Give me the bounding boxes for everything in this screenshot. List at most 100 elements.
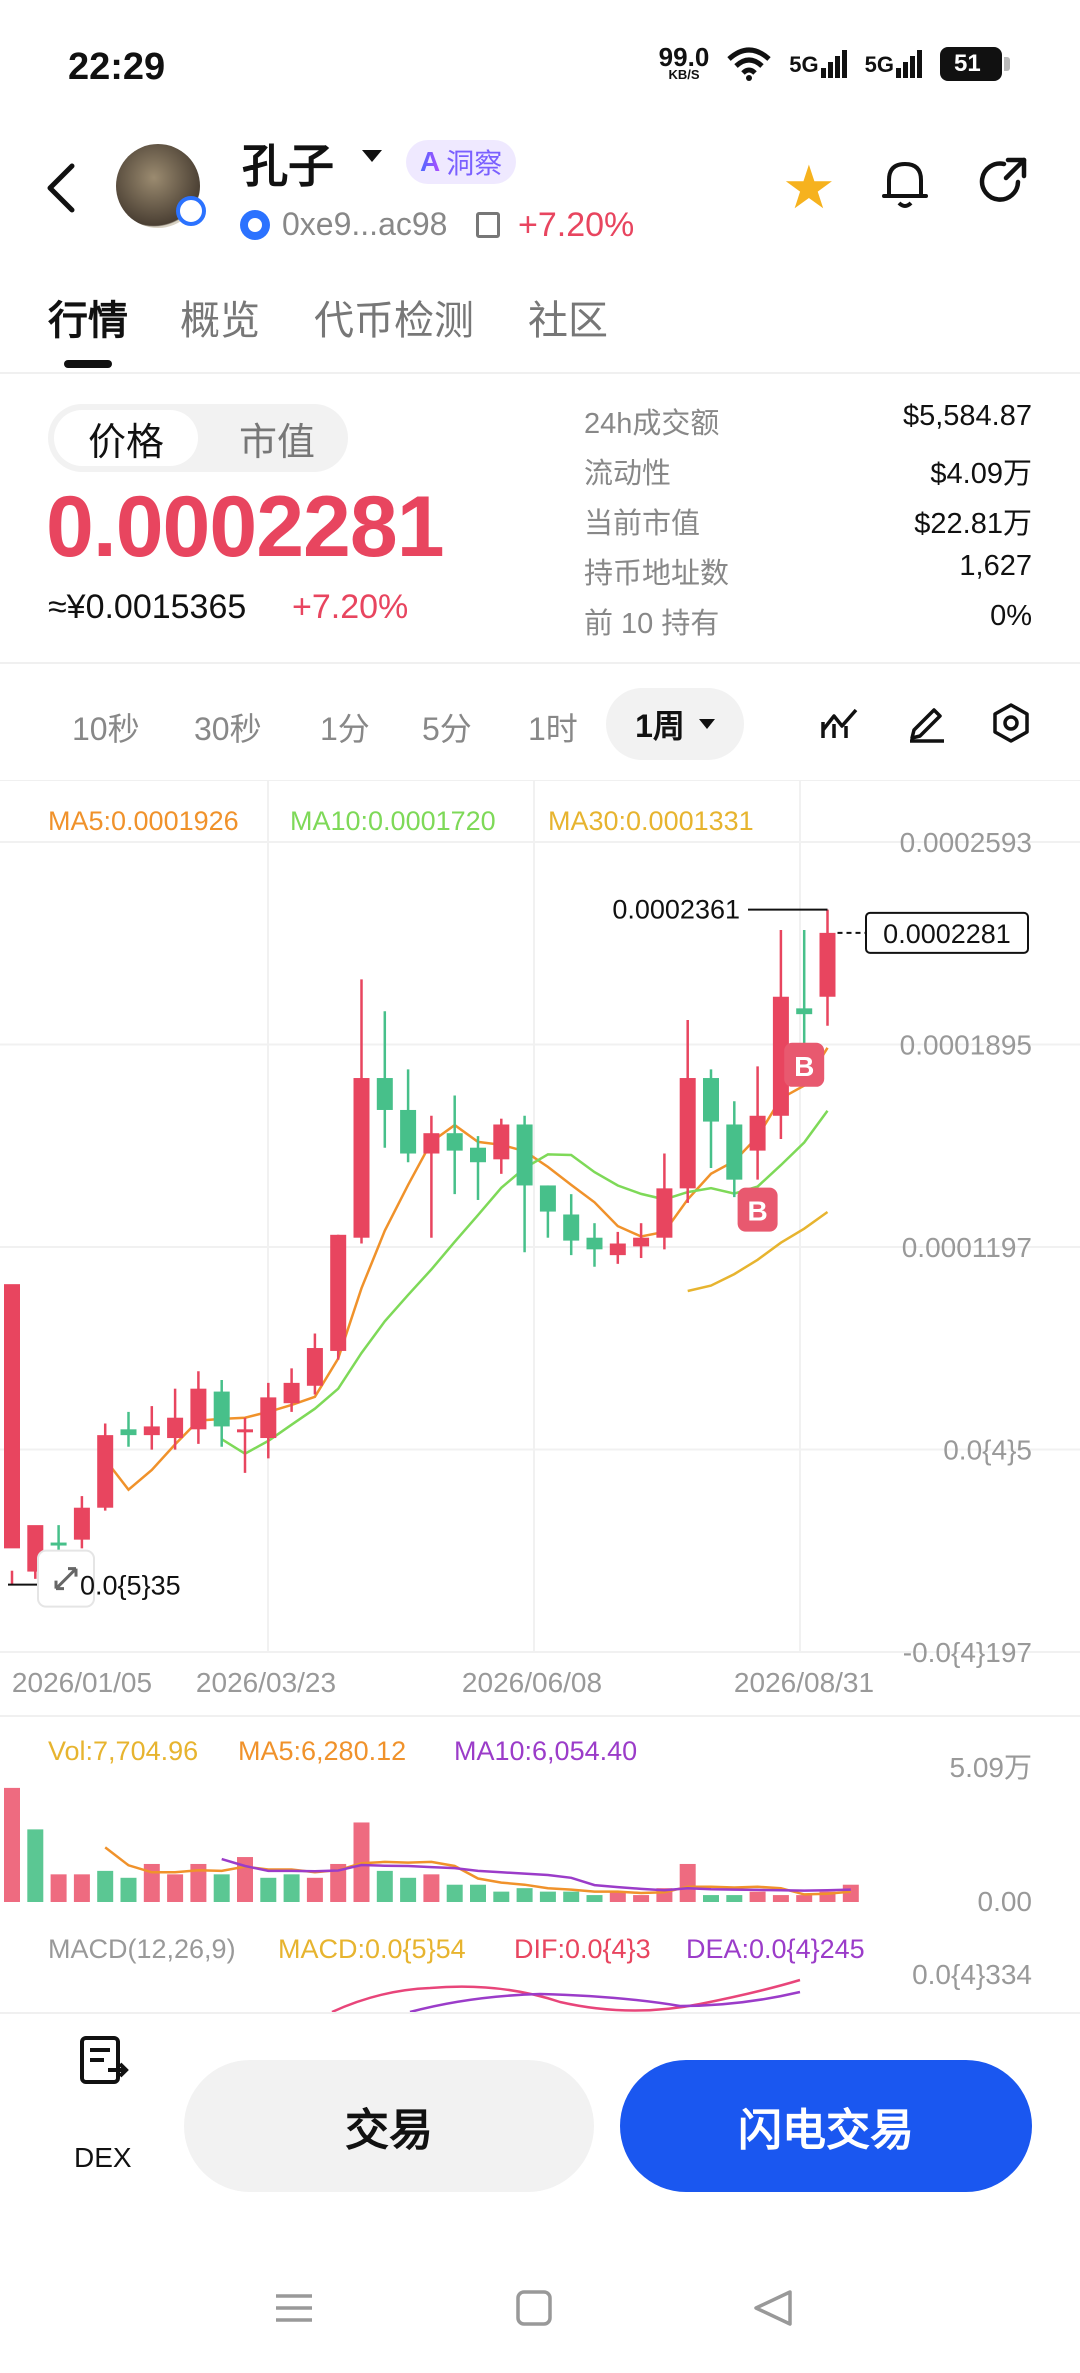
interval-1m[interactable]: 1分 bbox=[320, 704, 370, 750]
interval-5m[interactable]: 5分 bbox=[422, 704, 472, 750]
volume-bar bbox=[283, 1874, 300, 1902]
macd-value: MACD:0.0{5}54 bbox=[278, 1934, 466, 1964]
candle-body bbox=[679, 1078, 696, 1189]
candle-body bbox=[539, 1185, 556, 1212]
settings-hex-icon[interactable] bbox=[990, 702, 1032, 744]
volume-bar bbox=[703, 1895, 719, 1902]
stat-value-mcap: $22.81万 bbox=[914, 508, 1032, 540]
back-arrow-icon[interactable] bbox=[42, 160, 82, 216]
toggle-price[interactable]: 价格 bbox=[54, 410, 198, 466]
system-nav-bar bbox=[276, 2290, 792, 2326]
contract-address: 0xe9...ac98 bbox=[282, 206, 448, 242]
volume-bar bbox=[772, 1895, 789, 1902]
vol-y-tick: 0.00 bbox=[978, 1886, 1033, 1917]
indicator-icon[interactable] bbox=[820, 704, 860, 744]
candle-body bbox=[609, 1243, 626, 1256]
stat-label-liquidity: 流动性 bbox=[584, 458, 672, 490]
candle-body bbox=[656, 1188, 673, 1238]
candle-body bbox=[190, 1388, 207, 1430]
wifi-icon bbox=[727, 47, 771, 81]
candle-body bbox=[353, 1078, 370, 1238]
volume-bar bbox=[796, 1895, 813, 1902]
chain-badge-icon bbox=[176, 196, 206, 226]
volume-bar bbox=[539, 1891, 556, 1902]
divider bbox=[0, 662, 1080, 664]
divider bbox=[0, 2012, 1080, 2014]
candle-body bbox=[493, 1124, 510, 1160]
volume-bar bbox=[633, 1895, 650, 1902]
tab-community[interactable]: 社区 bbox=[528, 288, 608, 346]
y-tick-label: 0.0001197 bbox=[902, 1232, 1032, 1263]
volume-bar bbox=[446, 1884, 463, 1902]
signal-label-2: 5G bbox=[864, 52, 894, 77]
volume-bar bbox=[376, 1870, 393, 1902]
volume-bar bbox=[50, 1874, 67, 1902]
candle-body bbox=[796, 1008, 813, 1015]
interval-1h[interactable]: 1时 bbox=[528, 704, 578, 750]
tab-overview[interactable]: 概览 bbox=[180, 288, 260, 346]
volume-bar bbox=[27, 1829, 44, 1902]
kline-chart[interactable]: 0.0002593 0.0001895 0.0001197 0.0{4}5 -0.0{4… bbox=[0, 780, 1080, 2020]
interval-30s[interactable]: 30秒 bbox=[194, 704, 262, 750]
y-tick-label: 0.0{4}5 bbox=[943, 1435, 1032, 1466]
dex-label[interactable]: DEX bbox=[74, 2142, 132, 2174]
volume-bar bbox=[493, 1891, 510, 1902]
volume-bar bbox=[749, 1891, 766, 1902]
dex-icon[interactable] bbox=[78, 2034, 130, 2090]
candle-body bbox=[819, 932, 836, 997]
stat-label-top10: 前 10 持有 bbox=[584, 608, 720, 640]
candle-body bbox=[470, 1147, 486, 1163]
menu-icon[interactable] bbox=[276, 2294, 312, 2322]
interval-selected[interactable]: 1周 bbox=[606, 688, 744, 760]
ma5-line bbox=[104, 1047, 829, 1492]
volume-bar bbox=[213, 1874, 230, 1902]
divider bbox=[0, 372, 1080, 374]
interval-10s[interactable]: 10秒 bbox=[72, 704, 140, 750]
flash-trade-button[interactable]: 闪电交易 bbox=[620, 2060, 1032, 2192]
home-icon[interactable] bbox=[516, 2290, 552, 2326]
volume-bar bbox=[586, 1895, 603, 1902]
current-price-label: 0.0002281 bbox=[883, 919, 1011, 949]
star-icon[interactable]: ★ bbox=[782, 158, 836, 218]
token-name[interactable]: 孔子 bbox=[242, 130, 334, 196]
candle-body bbox=[120, 1429, 137, 1436]
stat-value-liquidity: $4.09万 bbox=[930, 458, 1032, 490]
ai-insight-label: 洞察 bbox=[446, 148, 503, 179]
tab-market[interactable]: 行情 bbox=[48, 288, 128, 346]
candle-body bbox=[73, 1507, 90, 1540]
price-change: +7.20% bbox=[292, 588, 409, 626]
buy-marker-label: B bbox=[747, 1196, 767, 1227]
candle-body bbox=[4, 1284, 20, 1549]
battery-icon: 51 bbox=[940, 47, 1010, 81]
candle-body bbox=[376, 1078, 393, 1110]
candle-body bbox=[306, 1348, 323, 1386]
copy-icon[interactable] bbox=[476, 212, 500, 238]
candle-body bbox=[260, 1397, 277, 1439]
y-tick-label: 0.0002593 bbox=[900, 827, 1032, 858]
x-tick-label: 2026/03/23 bbox=[196, 1667, 336, 1698]
tab-token-check[interactable]: 代币检测 bbox=[314, 288, 474, 346]
chevron-down-icon[interactable] bbox=[362, 150, 382, 162]
trade-button[interactable]: 交易 bbox=[184, 2060, 594, 2192]
ai-icon: A bbox=[420, 146, 441, 177]
candle-body bbox=[726, 1124, 743, 1180]
share-icon[interactable] bbox=[978, 156, 1030, 208]
candle-body bbox=[50, 1542, 67, 1546]
bell-icon[interactable] bbox=[880, 156, 930, 212]
volume-bar bbox=[167, 1874, 184, 1902]
candle-body bbox=[283, 1382, 300, 1404]
volume-bar bbox=[120, 1877, 137, 1902]
ai-insight-button[interactable]: A 洞察 bbox=[406, 140, 517, 184]
x-tick-label: 2026/06/08 bbox=[462, 1667, 602, 1698]
ma30-legend: MA30:0.0001331 bbox=[548, 806, 754, 836]
dea-value: DEA:0.0{4}245 bbox=[686, 1934, 865, 1964]
signal-label: 5G bbox=[789, 52, 819, 77]
vol-legend: Vol:7,704.96 bbox=[48, 1736, 199, 1766]
toggle-market-cap[interactable]: 市值 bbox=[212, 410, 342, 466]
draw-pen-icon[interactable] bbox=[906, 702, 948, 744]
ma5-legend: MA5:0.0001926 bbox=[48, 806, 239, 836]
vol-y-tick: 5.09万 bbox=[950, 1752, 1033, 1783]
back-triangle-icon[interactable] bbox=[754, 2290, 792, 2326]
stat-label-mcap: 当前市值 bbox=[584, 508, 701, 540]
status-icons: 99.0 KB/S 5G 5G 51 bbox=[659, 44, 1010, 82]
